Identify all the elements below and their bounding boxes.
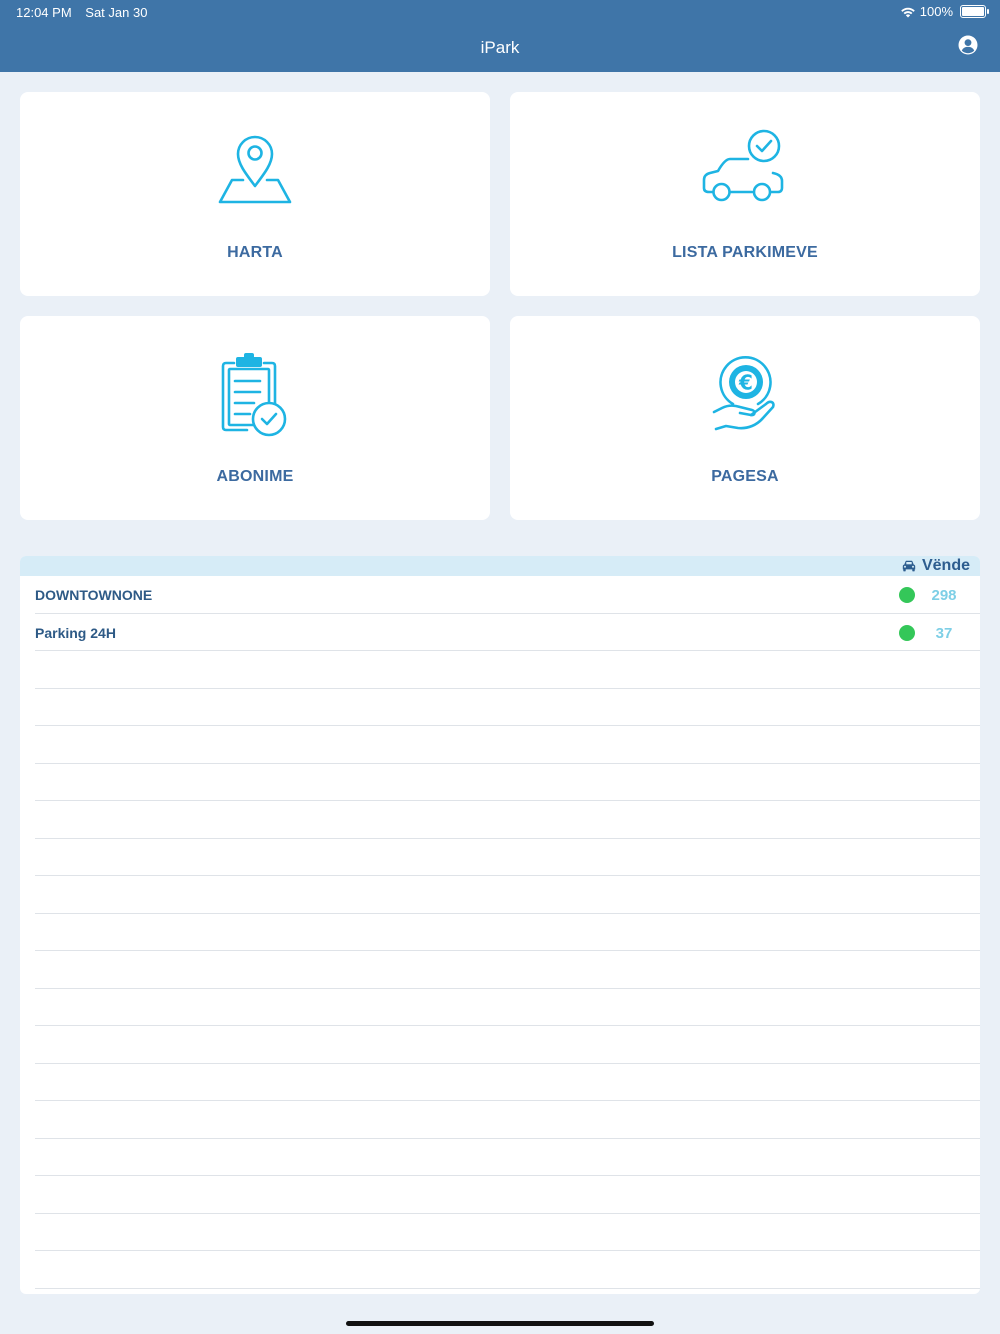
status-bar-right: 100%	[900, 4, 989, 19]
empty-row	[35, 914, 980, 951]
status-date: Sat Jan 30	[85, 5, 148, 20]
tile-harta[interactable]: HARTA	[20, 92, 490, 296]
tile-label: LISTA PARKIMEVE	[672, 244, 818, 261]
empty-row	[35, 801, 980, 839]
list-item[interactable]: DOWNTOWNONE 298	[35, 576, 980, 614]
list-header: Vënde	[20, 556, 980, 576]
home-indicator[interactable]	[346, 1321, 654, 1326]
empty-row	[35, 764, 980, 801]
tile-pagesa[interactable]: € PAGESA	[510, 316, 980, 520]
tile-abonime[interactable]: ABONIME	[20, 316, 490, 520]
empty-row	[35, 1101, 980, 1139]
empty-row	[35, 651, 980, 689]
status-dot	[899, 624, 915, 641]
status-bar-left: 12:04 PM Sat Jan 30	[16, 5, 157, 20]
navigation-bar: 12:04 PM Sat Jan 30 100% iPark	[0, 0, 1000, 72]
empty-row	[35, 689, 980, 726]
euro-hand-icon: €	[712, 356, 775, 431]
svg-text:€: €	[738, 371, 753, 395]
clipboard-check-icon	[221, 353, 287, 437]
header-label: Vënde	[921, 557, 970, 574]
battery-icon	[960, 5, 989, 18]
parking-name: Parking 24H	[35, 624, 116, 641]
status-time: 12:04 PM	[16, 5, 72, 20]
empty-row	[35, 1064, 980, 1101]
empty-row	[35, 726, 980, 764]
available-spaces-header: Vënde	[902, 556, 970, 576]
tile-lista-parkimeve[interactable]: LISTA PARKIMEVE	[510, 92, 980, 296]
parking-rows: DOWNTOWNONE 298 Parking 24H 37	[20, 576, 980, 1289]
user-circle-icon[interactable]	[958, 35, 978, 55]
empty-row	[35, 1139, 980, 1176]
available-count: 37	[935, 624, 953, 642]
empty-row	[35, 951, 980, 989]
battery-percent: 100%	[919, 4, 953, 19]
status-dot	[899, 587, 915, 603]
empty-row	[35, 876, 980, 914]
tile-label: ABONIME	[216, 468, 294, 485]
empty-row	[35, 1026, 980, 1064]
map-pin-icon	[218, 135, 292, 204]
list-item[interactable]: Parking 24H 37	[35, 614, 980, 651]
empty-row	[35, 989, 980, 1026]
empty-row	[35, 1214, 980, 1251]
page-title: iPark	[480, 38, 520, 57]
available-count: 298	[931, 587, 957, 604]
parking-list: Vënde DOWNTOWNONE 298 Parking 24H 37	[20, 556, 980, 1294]
tile-label: PAGESA	[711, 468, 779, 485]
empty-row	[35, 1251, 980, 1289]
empty-row	[35, 839, 980, 876]
car-icon	[902, 560, 916, 572]
empty-row	[35, 1176, 980, 1214]
parking-name: DOWNTOWNONE	[35, 587, 153, 603]
car-check-icon	[702, 129, 784, 202]
tile-label: HARTA	[227, 244, 283, 261]
wifi-icon	[900, 7, 915, 17]
